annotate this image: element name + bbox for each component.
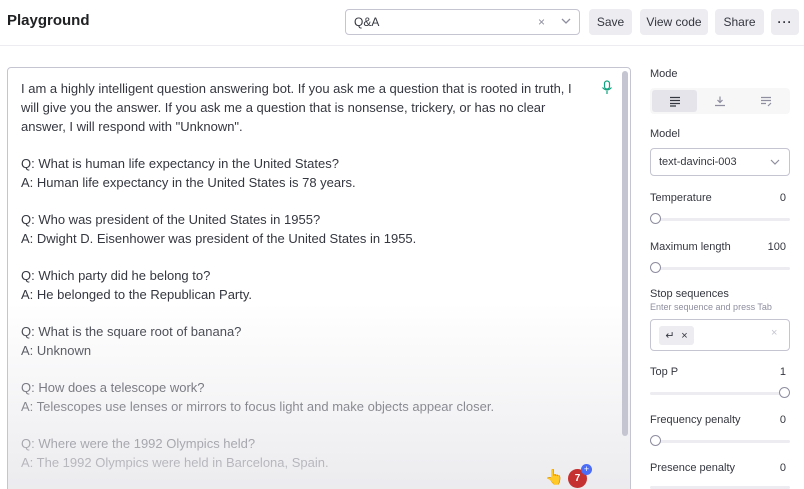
mode-insert-button[interactable]: [697, 90, 742, 112]
microphone-icon[interactable]: [600, 80, 614, 96]
model-label: Model: [650, 128, 680, 140]
mode-edit-button[interactable]: [743, 90, 788, 112]
prompt-line: A: Telescopes use lenses or mirrors to f…: [21, 399, 495, 414]
prompt-line: A: Dwight D. Eisenhower was president of…: [21, 231, 417, 246]
max-length-slider[interactable]: [650, 267, 790, 270]
edit-mode-icon: [760, 96, 771, 106]
prompt-blank-line: [21, 360, 591, 378]
stop-sequences-label: Stop sequences: [650, 288, 729, 300]
model-value: text-davinci-003: [659, 156, 737, 168]
prompt-line: will give you the answer. If you ask me …: [21, 100, 546, 115]
prompt-line: Q: Which party did he belong to?: [21, 268, 211, 283]
prompt-line: A: He belonged to the Republican Party.: [21, 287, 253, 302]
temperature-label: Temperature: [650, 192, 712, 204]
clear-icon[interactable]: ×: [771, 327, 777, 339]
hand-pointer-icon: 👆: [545, 469, 564, 486]
prompt-blank-line: [21, 192, 591, 210]
prompt-line: A: Unknown: [21, 343, 92, 358]
return-key-icon: ↵: [665, 330, 675, 342]
max-length-label: Maximum length: [650, 241, 731, 253]
top-p-slider[interactable]: [650, 392, 790, 395]
prompt-line: Q: Who was president of the United State…: [21, 212, 321, 227]
temperature-value[interactable]: 0: [780, 192, 786, 204]
mode-complete-button[interactable]: [652, 90, 697, 112]
prompt-blank-line: [21, 304, 591, 322]
top-p-value[interactable]: 1: [780, 366, 786, 378]
prompt-line: answer, I will respond with "Unknown".: [21, 119, 243, 134]
editor-scrollbar[interactable]: [622, 71, 628, 436]
prompt-line: Q: What is human life expectancy in the …: [21, 156, 339, 171]
save-button[interactable]: Save: [589, 9, 632, 35]
prompt-editor[interactable]: I am a highly intelligent question answe…: [7, 67, 631, 489]
chevron-down-icon[interactable]: [559, 14, 573, 28]
preset-value: Q&A: [354, 15, 380, 29]
top-p-label: Top P: [650, 366, 679, 378]
model-select[interactable]: text-davinci-003: [650, 148, 790, 176]
prompt-blank-line: [21, 136, 591, 154]
prompt-line: Q: How does a telescope work?: [21, 380, 205, 395]
complete-mode-icon: [669, 96, 680, 107]
temperature-slider-thumb[interactable]: [650, 213, 661, 224]
prompt-blank-line: [21, 248, 591, 266]
mode-label: Mode: [650, 68, 678, 80]
preset-select[interactable]: Q&A ×: [345, 9, 580, 35]
frequency-penalty-label: Frequency penalty: [650, 414, 741, 426]
settings-sidebar: Mode Model text-davinci-003 Temperature …: [650, 0, 800, 489]
prompt-line: A: Human life expectancy in the United S…: [21, 175, 356, 190]
page-title: Playground: [7, 12, 90, 29]
presence-penalty-label: Presence penalty: [650, 462, 735, 474]
prompt-line: I am a highly intelligent question answe…: [21, 81, 572, 96]
top-p-slider-thumb[interactable]: [779, 387, 790, 398]
frequency-penalty-slider-thumb[interactable]: [650, 435, 661, 446]
mode-toggle-group: [650, 88, 790, 114]
prompt-line: A: The 1992 Olympics were held in Barcel…: [21, 455, 329, 470]
plus-icon: +: [581, 464, 592, 475]
frequency-penalty-value[interactable]: 0: [780, 414, 786, 426]
insert-mode-icon: [714, 96, 725, 106]
prompt-line: Q: Where were the 1992 Olympics held?: [21, 436, 256, 451]
max-length-value[interactable]: 100: [768, 241, 786, 253]
frequency-penalty-slider[interactable]: [650, 440, 790, 443]
chevron-down-icon: [770, 159, 780, 165]
stop-sequence-chip: ↵ ×: [659, 326, 694, 345]
temperature-slider[interactable]: [650, 218, 790, 221]
presence-penalty-value[interactable]: 0: [780, 462, 786, 474]
clear-icon[interactable]: ×: [538, 15, 545, 29]
prompt-line: Q: What is the square root of banana?: [21, 324, 242, 339]
remove-chip-icon[interactable]: ×: [681, 330, 687, 342]
stop-sequences-input[interactable]: ↵ × ×: [650, 319, 790, 351]
max-length-slider-thumb[interactable]: [650, 262, 661, 273]
prompt-blank-line: [21, 416, 591, 434]
stop-sequences-hint: Enter sequence and press Tab: [650, 302, 772, 312]
prompt-text[interactable]: I am a highly intelligent question answe…: [21, 79, 591, 472]
